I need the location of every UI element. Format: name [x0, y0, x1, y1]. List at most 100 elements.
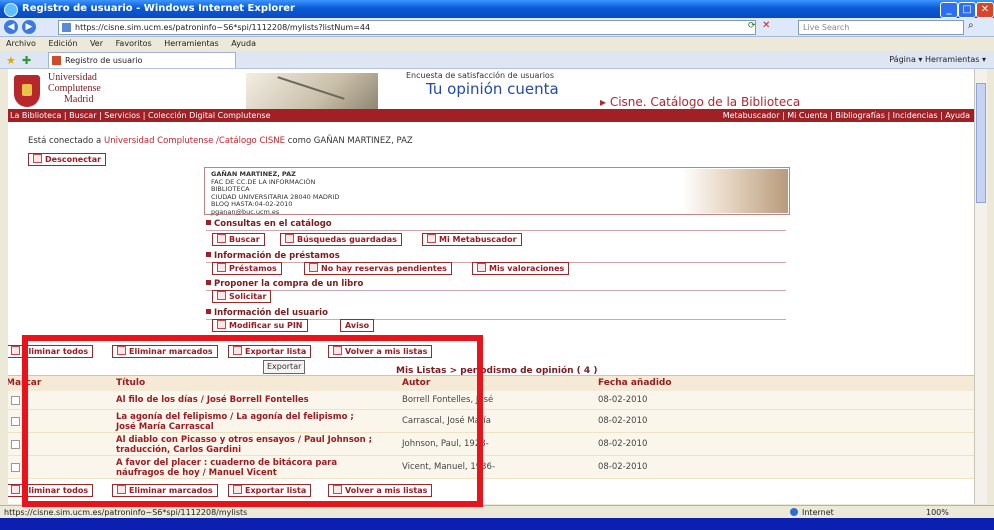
user-info: GAÑAN MARTINEZ, PAZ FAC DE CC.DE LA INFO… — [211, 170, 339, 216]
saved-searches-button[interactable]: Búsquedas guardadas — [280, 233, 402, 246]
row-checkbox[interactable] — [11, 463, 20, 472]
section-bullet-icon — [206, 252, 211, 257]
menu-ver[interactable]: Ver — [90, 39, 103, 48]
delete-all-label: Eliminar todos — [23, 486, 89, 495]
minimize-button[interactable]: _ — [940, 2, 958, 18]
maximize-button[interactable]: □ — [958, 2, 976, 18]
vertical-scrollbar[interactable] — [974, 69, 987, 504]
row-author: Borrell Fontelles, José — [402, 395, 494, 405]
ratings-icon — [477, 263, 486, 272]
ie-icon — [4, 3, 18, 17]
delete-all-button[interactable]: Eliminar todos — [8, 345, 94, 358]
nav-right-links[interactable]: Metabuscador | Mi Cuenta | Bibliografías… — [723, 109, 970, 122]
site-header: Universidad Complutense Madrid Encuesta … — [8, 69, 974, 113]
section-usuario: Información del usuario — [206, 308, 788, 320]
zoom-level[interactable]: 100% — [926, 506, 949, 518]
buscar-button[interactable]: Buscar — [212, 233, 265, 246]
delete-all-button-bottom[interactable]: Eliminar todos — [8, 484, 94, 497]
col-autor[interactable]: Autor — [402, 378, 430, 388]
university-crest-icon — [14, 75, 40, 107]
add-favorite-icon[interactable]: ✚ — [22, 52, 31, 69]
row-title[interactable]: Al filo de los días / José Borrell Fonte… — [116, 395, 309, 405]
logout-button[interactable]: Desconectar — [28, 153, 107, 166]
row-title-line: Al diablo con Picasso y otros ensayos / … — [116, 435, 373, 445]
session-info: Está conectado a Universidad Complutense… — [28, 136, 413, 146]
menu-favoritos[interactable]: Favoritos — [116, 39, 152, 48]
holds-icon — [309, 263, 318, 272]
catalog-link[interactable]: Universidad Complutense /Catálogo CISNE — [104, 136, 285, 146]
menu-ayuda[interactable]: Ayuda — [231, 39, 256, 48]
valoraciones-button[interactable]: Mis valoraciones — [472, 262, 570, 275]
menu-archivo[interactable]: Archivo — [6, 39, 36, 48]
menu-herramientas[interactable]: Herramientas — [164, 39, 219, 48]
row-title-line: José María Carrascal — [116, 422, 214, 432]
reservas-button[interactable]: No hay reservas pendientes — [304, 262, 452, 275]
tab-bar: ★ ✚ Registro de usuario Página ▾ Herrami… — [0, 51, 994, 69]
search-input[interactable]: Live Search — [798, 20, 964, 35]
web-page: Universidad Complutense Madrid Encuesta … — [8, 69, 974, 504]
internet-zone: Internet — [790, 506, 834, 518]
logout-icon — [33, 154, 42, 163]
row-author: Vicent, Manuel, 1936- — [402, 462, 496, 472]
col-marcar[interactable]: Marcar — [8, 378, 41, 388]
delete-marked-label: Eliminar marcados — [129, 486, 213, 495]
reservas-label: No hay reservas pendientes — [321, 264, 447, 273]
row-checkbox[interactable] — [11, 440, 20, 449]
request-icon — [217, 291, 226, 300]
export-list-button[interactable]: Exportar lista — [228, 345, 312, 358]
nav-left-links[interactable]: La Biblioteca | Buscar | Servicios | Col… — [10, 109, 270, 122]
section-consultas: Consultas en el catálogo — [206, 219, 788, 231]
table-row: A favor del placer : cuaderno de bitácor… — [8, 456, 974, 479]
back-button[interactable]: ◀ — [4, 20, 18, 34]
favorites-star-icon[interactable]: ★ — [6, 52, 16, 69]
row-checkbox[interactable] — [11, 417, 20, 426]
solicitar-button[interactable]: Solicitar — [212, 290, 272, 303]
banner-image — [246, 73, 378, 109]
delete-marked-button[interactable]: Eliminar marcados — [112, 345, 218, 358]
uni-name-3: Madrid — [64, 94, 94, 105]
back-to-lists-button[interactable]: Volver a mis listas — [328, 345, 433, 358]
modify-pin-button[interactable]: Modificar su PIN — [212, 319, 308, 332]
status-url: https://cisne.sim.ucm.es/patroninfo~S6*s… — [4, 508, 248, 517]
survey-headline[interactable]: Tu opinión cuenta — [426, 80, 559, 98]
browser-window: Registro de usuario - Windows Internet E… — [0, 0, 994, 518]
survey-text[interactable]: Encuesta de satisfacción de usuarios — [406, 71, 554, 80]
solicitar-label: Solicitar — [229, 292, 267, 301]
uni-name-1: Universidad — [48, 72, 97, 83]
stop-icon[interactable]: ✕ — [762, 20, 770, 31]
forward-button[interactable]: ▶ — [22, 20, 36, 34]
session-text-1: Está conectado a — [28, 136, 104, 146]
aviso-label: Aviso — [345, 321, 370, 330]
row-checkbox[interactable] — [11, 396, 20, 405]
menu-edicion[interactable]: Edición — [48, 39, 77, 48]
section-bullet-icon — [206, 220, 211, 225]
table-row: Al filo de los días / José Borrell Fonte… — [8, 391, 974, 410]
row-title[interactable]: Al diablo con Picasso y otros ensayos / … — [116, 435, 372, 455]
address-bar[interactable]: https://cisne.sim.ucm.es/patroninfo~S6*s… — [58, 20, 756, 35]
user-card-image — [682, 169, 788, 213]
refresh-icon[interactable]: ⟳ — [748, 21, 756, 31]
row-title[interactable]: A favor del placer : cuaderno de bitácor… — [116, 458, 337, 478]
close-button[interactable]: ✕ — [976, 2, 994, 18]
window-title: Registro de usuario - Windows Internet E… — [22, 3, 295, 14]
search-icon[interactable]: ⌕ — [968, 20, 974, 31]
row-author: Johnson, Paul, 1928- — [402, 439, 489, 449]
title-bar: Registro de usuario - Windows Internet E… — [0, 0, 994, 18]
metabuscador-button[interactable]: Mi Metabuscador — [422, 233, 522, 246]
tab-registro-de-usuario[interactable]: Registro de usuario — [48, 52, 236, 68]
scrollbar-thumb[interactable] — [976, 83, 986, 203]
back-to-lists-button-bottom[interactable]: Volver a mis listas — [328, 484, 433, 497]
section-title: Proponer la compra de un libro — [214, 279, 364, 289]
table-header: Marcar Título Autor Fecha añadido — [8, 375, 974, 392]
export-list-button-bottom[interactable]: Exportar lista — [228, 484, 312, 497]
prestamos-button[interactable]: Préstamos — [212, 262, 282, 275]
delete-marked-button-bottom[interactable]: Eliminar marcados — [112, 484, 218, 497]
col-fecha[interactable]: Fecha añadido — [598, 378, 672, 388]
pin-icon — [217, 320, 226, 329]
command-bar-tools[interactable]: Página ▾ Herramientas ▾ — [889, 51, 986, 68]
col-titulo[interactable]: Título — [116, 378, 145, 388]
row-date: 08-02-2010 — [598, 416, 648, 426]
tab-label: Registro de usuario — [65, 56, 143, 65]
row-title[interactable]: La agonía del felipismo / La agonía del … — [116, 412, 354, 432]
aviso-button[interactable]: Aviso — [340, 319, 375, 332]
